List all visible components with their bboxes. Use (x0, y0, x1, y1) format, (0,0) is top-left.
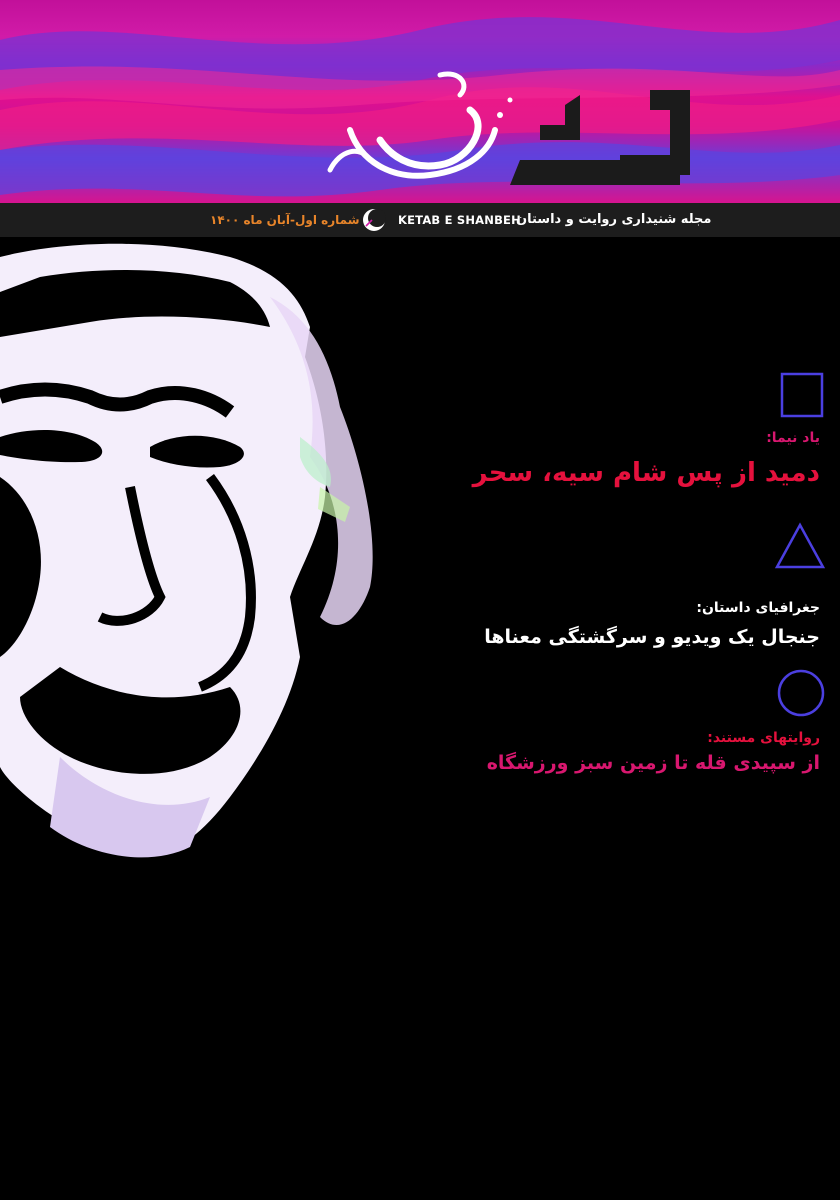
circle-outline-icon (777, 669, 825, 717)
article-3-kicker: روایتهای مستند: (707, 730, 820, 746)
magazine-subtitle: مجله شنیداری روایت و داستان (516, 212, 712, 227)
latin-title: KETAB E SHANBEH (398, 213, 521, 227)
masthead-banner (0, 0, 840, 203)
issue-label: شماره اول-آبان ماه ۱۴۰۰ (210, 213, 360, 227)
article-1-kicker: یاد نیما: (766, 430, 820, 446)
ketab-shanbeh-logo (327, 71, 690, 185)
masthead-info-bar: شماره اول-آبان ماه ۱۴۰۰ KETAB E SHANBEH … (0, 203, 840, 237)
magazine-cover: شماره اول-آبان ماه ۱۴۰۰ KETAB E SHANBEH … (0, 0, 840, 1200)
article-2-kicker: جغرافیای داستان: (696, 600, 820, 616)
article-2-title: جنجال یک ویدیو و سرگشتگی معناها (484, 626, 820, 648)
portrait-illustration (0, 237, 420, 877)
triangle-outline-icon (774, 522, 826, 569)
article-1-title: دمید از پس شام سیه، سحر (472, 458, 820, 488)
square-outline-icon (780, 372, 824, 418)
crescent-moon-icon (363, 209, 386, 231)
article-3-title: از سپیدی قله تا زمین سبز ورزشگاه (486, 752, 820, 774)
